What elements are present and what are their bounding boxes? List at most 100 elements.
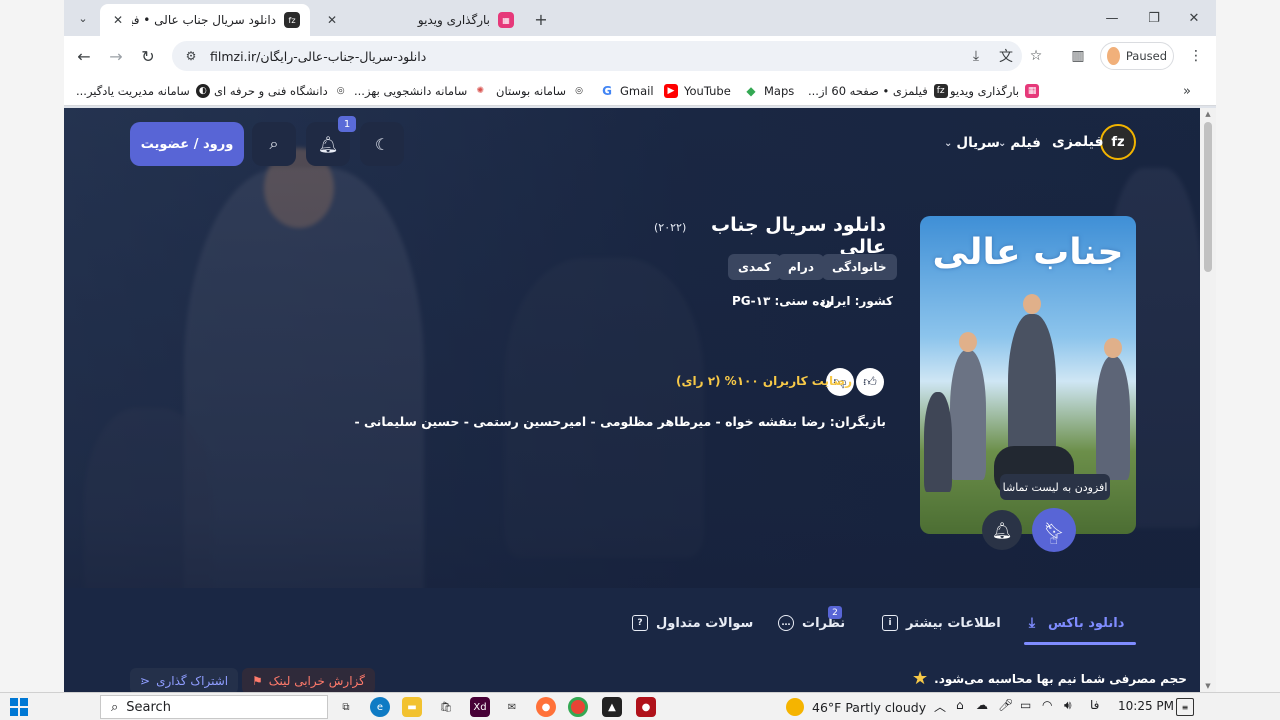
dark-mode-moon-icon[interactable]: ☾ — [360, 122, 404, 166]
video-upload-icon: ▦ — [1025, 84, 1040, 98]
bookmark-video-upload[interactable]: ▦ بارگذاری ویدیو — [950, 82, 1040, 100]
microphone-icon[interactable]: 🎤︎ — [998, 698, 1013, 712]
login-register-button[interactable]: ورود / عضویت — [130, 122, 244, 166]
bookmark-star-icon[interactable]: ☆ — [1024, 44, 1048, 68]
task-view-icon[interactable]: ⧉ — [336, 697, 356, 717]
share-icon: ⋖ — [140, 674, 151, 688]
store-bag-icon[interactable]: 🛍︎ — [436, 697, 456, 717]
bookmark-student-portal[interactable]: ✺ سامانه دانشجویی بهز... — [354, 82, 487, 100]
bookmark-gmail[interactable]: G Gmail — [600, 82, 654, 100]
windows-taskbar: ⌕ Search ⧉ e ▬ 🛍︎ Xd ✉ ● ▲ ● 46°F Partly… — [0, 692, 1280, 720]
wifi-icon[interactable]: ◠ — [1042, 698, 1052, 712]
notification-count-badge: 1 — [338, 116, 356, 132]
page-scrollbar[interactable]: ▲ ▼ — [1200, 108, 1216, 692]
tab-search-chevron-icon[interactable]: ⌄ — [72, 7, 94, 29]
star-icon: ★ — [912, 668, 929, 689]
windows-start-icon[interactable] — [10, 698, 28, 716]
menu-kebab-icon[interactable]: ⋮ — [1184, 44, 1208, 68]
lms-icon: ◐ — [195, 84, 210, 98]
input-language[interactable]: فا — [1090, 698, 1099, 712]
chrome-icon[interactable] — [568, 697, 588, 717]
video-upload-favicon-icon: ▦ — [498, 12, 514, 28]
search-icon[interactable]: ⌕ — [252, 122, 296, 166]
bookmark-bustan[interactable]: ◎ سامانه بوستان — [496, 82, 586, 100]
genre-tag-drama[interactable]: درام — [778, 254, 824, 280]
partly-cloudy-icon — [786, 698, 804, 716]
bookmark-technical-university[interactable]: ◎ دانشگاه فنی و حرفه ای — [214, 82, 348, 100]
site-logo[interactable]: fz — [1100, 124, 1136, 160]
scrollbar-thumb[interactable] — [1204, 122, 1212, 272]
bookmark-youtube[interactable]: ▶ YouTube — [664, 82, 731, 100]
browser-tab-inactive[interactable]: ▦ بارگذاری ویدیو ✕ — [314, 4, 524, 36]
address-bar[interactable]: ⚙ filmzi.ir/دانلود-سریال-جناب-عالی-رایگا… — [172, 41, 1022, 71]
mail-icon[interactable]: ✉ — [502, 697, 522, 717]
more-bookmarks-chevron-icon[interactable]: » — [1178, 82, 1196, 100]
genre-tag-family[interactable]: خانوادگی — [822, 254, 897, 280]
search-icon: ⌕ — [111, 699, 119, 715]
screen-frame-left — [0, 0, 64, 692]
tab-strip: ⌄ fz دانلود سریال جناب عالی • فیلمزی ✕ ▦… — [64, 0, 1216, 36]
notify-bell-icon[interactable]: 🔔︎ — [982, 510, 1022, 550]
weather-widget[interactable]: 46°F Partly cloudy — [786, 698, 926, 716]
file-explorer-icon[interactable]: ▬ — [402, 697, 422, 717]
video-editor-icon[interactable]: ● — [636, 697, 656, 717]
forward-arrow-icon[interactable]: → — [104, 44, 128, 68]
tab-download-box[interactable]: دانلود باکس ⤓ — [1024, 612, 1124, 634]
site-name[interactable]: فیلمزی — [1052, 134, 1104, 150]
minimize-window-icon[interactable]: — — [1092, 6, 1132, 30]
taskbar-search-box[interactable]: ⌕ Search — [100, 695, 328, 719]
menu-item-movies[interactable]: فیلم ⌄ — [998, 135, 1041, 151]
google-icon: G — [602, 84, 612, 98]
profile-button[interactable]: Paused — [1100, 42, 1174, 70]
like-thumbs-up-icon[interactable]: 👍︎ — [856, 368, 884, 396]
profile-status: Paused — [1125, 49, 1167, 63]
age-rating: رده سنی: PG-۱۳ — [732, 294, 833, 308]
flag-icon: ⚑ — [252, 674, 263, 688]
restore-window-icon[interactable]: ❐ — [1134, 6, 1174, 30]
side-panel-icon[interactable]: ▥ — [1066, 44, 1090, 68]
poster-actor-main — [1008, 314, 1056, 464]
poster-actor-head — [1023, 294, 1041, 314]
close-window-icon[interactable]: ✕ — [1174, 6, 1214, 30]
tab-title: دانلود سریال جناب عالی • فیلمزی — [132, 13, 276, 27]
genre-tag-comedy[interactable]: کمدی — [728, 254, 781, 280]
show-hidden-icons-chevron-icon[interactable]: ︿ — [934, 698, 946, 715]
adobe-xd-icon[interactable]: Xd — [470, 697, 490, 717]
reload-icon[interactable]: ↻ — [136, 44, 160, 68]
menu-item-series[interactable]: سریال ⌄ — [944, 135, 1000, 151]
user-satisfaction-rating: رضایت کاربران ۱۰۰% (۲ رای) — [676, 374, 852, 388]
new-tab-plus-icon[interactable]: + — [530, 8, 552, 30]
watchlist-tooltip: افزودن به لیست تماشا — [1000, 474, 1110, 500]
tab-more-info[interactable]: اطلاعات بیشتر i — [882, 612, 1001, 634]
translate-icon[interactable]: 文 — [994, 44, 1018, 68]
back-arrow-icon[interactable]: ← — [72, 44, 96, 68]
active-tab-underline — [1024, 642, 1136, 645]
download-box-header: حجم مصرفی شما نیم بها محاسبه می‌شود. ★ گز… — [64, 648, 1200, 692]
site-info-icon[interactable]: ⚙ — [182, 47, 200, 65]
battery-icon[interactable]: ▭ — [1020, 698, 1031, 712]
install-app-icon[interactable]: ⤓ — [964, 44, 988, 68]
taskbar-clock[interactable]: 10:25 PM — [1118, 699, 1174, 713]
device-icon[interactable]: ⌂ — [956, 698, 964, 712]
firefox-icon[interactable]: ● — [536, 697, 556, 717]
chevron-down-icon: ⌄ — [944, 137, 953, 149]
photos-icon[interactable]: ▲ — [602, 697, 622, 717]
bookmark-filmzi-page[interactable]: fz فیلمزی • صفحه 60 از... — [808, 82, 948, 100]
movie-title: دانلود سریال جناب عالی — [711, 214, 886, 258]
report-broken-link-button[interactable]: گزارش خرابی لینک ⚑ — [242, 668, 375, 692]
scroll-down-arrow-icon[interactable]: ▼ — [1200, 680, 1216, 692]
poster-actor-head — [959, 332, 977, 352]
bookmark-maps[interactable]: ◆ Maps — [744, 82, 794, 100]
cloud-icon[interactable]: ☁ — [976, 698, 988, 712]
notification-center-icon[interactable]: ≡ — [1176, 698, 1194, 716]
close-tab-icon[interactable]: ✕ — [324, 12, 340, 28]
share-button[interactable]: اشتراک گذاری ⋖ — [130, 668, 239, 692]
close-tab-icon[interactable]: ✕ — [110, 12, 126, 28]
volume-icon[interactable]: 🔊︎ — [1064, 698, 1072, 713]
bookmark-lms[interactable]: ◐ سامانه مدیریت یادگیر... — [76, 82, 210, 100]
browser-tab-active[interactable]: fz دانلود سریال جناب عالی • فیلمزی ✕ — [100, 4, 310, 36]
poster-actor-far-left — [924, 392, 952, 492]
scroll-up-arrow-icon[interactable]: ▲ — [1200, 108, 1216, 120]
tab-faq[interactable]: سوالات متداول? — [632, 612, 753, 634]
edge-browser-icon[interactable]: e — [370, 697, 390, 717]
